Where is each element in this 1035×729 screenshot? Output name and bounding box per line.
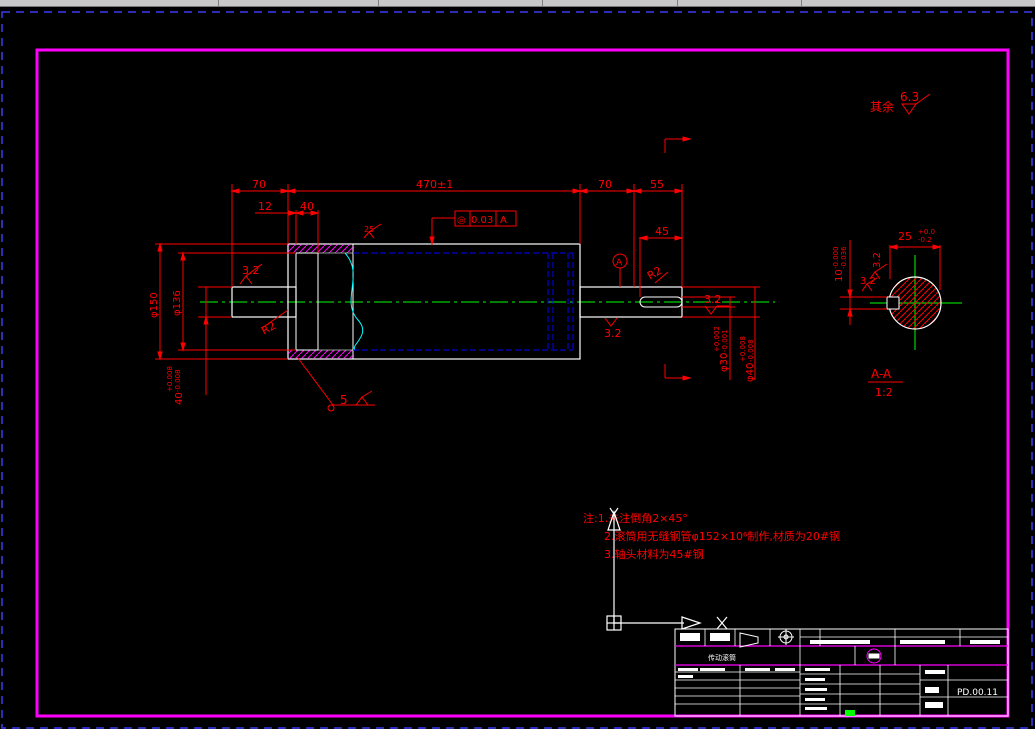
- section-dim-25-upper: +0.0: [918, 228, 935, 236]
- dim-phi30-lower: -0.001: [721, 329, 729, 352]
- note-line-2: 2.滚筒用无缝钢管φ152×10⁶制作,材质为20#钢: [604, 529, 840, 543]
- dim-12: 12: [258, 200, 272, 213]
- title-block-drawing-number: PD.00.11: [957, 688, 998, 698]
- section-roughness-b: 3.2: [860, 276, 876, 287]
- roughness-3-2-right: 3.2: [704, 293, 722, 306]
- tolerance-value: 0.03: [471, 215, 493, 226]
- roughness-5: 5: [340, 393, 348, 407]
- dim-470: 470±1: [416, 178, 453, 191]
- dim-phi40-upper: +0.008: [739, 336, 747, 362]
- dim-phi150: φ150: [149, 292, 160, 318]
- dim-40: 40: [300, 200, 314, 213]
- section-dim-25-lower: -0.2: [918, 236, 932, 244]
- dim-70-right: 70: [598, 178, 612, 191]
- roughness-3-2-bottom: 3.2: [604, 327, 622, 340]
- section-roughness-a: 3.2: [872, 252, 883, 268]
- dim-55: 55: [650, 178, 664, 191]
- roughness-note-text: 其余: [870, 99, 894, 114]
- section-a-a: 25 +0.0 -0.2 10 -0.000 -0.036 3.2 3.2 A-…: [832, 228, 962, 399]
- dim-40-tol-upper: +0.008: [166, 366, 174, 392]
- dim-40-tol-lower: -0.008: [174, 369, 182, 392]
- tolerance-datum: A: [500, 215, 507, 226]
- section-label: A-A: [871, 367, 892, 381]
- dim-phi40: φ40: [745, 363, 756, 382]
- dim-phi30: φ30: [719, 353, 730, 372]
- drawing-border: [35, 48, 1010, 718]
- title-block-part-name: 传动滚筒: [708, 653, 736, 662]
- window-top-strip: [0, 0, 1035, 7]
- ucs-icon: [606, 507, 728, 631]
- section-dim-10: 10: [834, 269, 845, 282]
- main-view: [200, 243, 775, 360]
- dim-phi136: φ136: [172, 290, 183, 316]
- section-dim-25: 25: [898, 230, 912, 243]
- roughness-25: 25: [364, 225, 374, 234]
- roughness-note-value: 6.3: [900, 90, 919, 104]
- note-line-3: 3.轴头材料为45#钢: [604, 547, 704, 561]
- note-line-1: 注:1.未注倒角2×45°: [583, 511, 688, 525]
- title-block: 传动滚筒 PD.00.11: [674, 628, 1009, 717]
- technical-notes: 注:1.未注倒角2×45° 2.滚筒用无缝钢管φ152×10⁶制作,材质为20#…: [583, 511, 840, 561]
- dim-phi30-upper: +0.002: [713, 326, 721, 352]
- section-scale: 1:2: [875, 386, 893, 399]
- section-dim-10-lower: -0.036: [840, 246, 848, 269]
- tolerance-symbol: ◎: [457, 215, 466, 226]
- dim-phi40-lower: -0.008: [747, 339, 755, 362]
- dim-45: 45: [655, 225, 669, 238]
- dim-70-left: 70: [252, 178, 266, 191]
- dim-40-tol: 40: [174, 392, 185, 405]
- roughness-3-2-left: 3.2: [242, 264, 260, 277]
- cad-drawing-canvas[interactable]: 70 470±1 70 55 12 40 45 φ150 φ136 40 +0.…: [0, 7, 1035, 729]
- datum-a-marker: A: [616, 258, 623, 268]
- radius-r2-left: R2: [259, 319, 278, 338]
- section-dim-10-upper: -0.000: [832, 246, 840, 269]
- radius-r2-right: R2: [645, 264, 664, 283]
